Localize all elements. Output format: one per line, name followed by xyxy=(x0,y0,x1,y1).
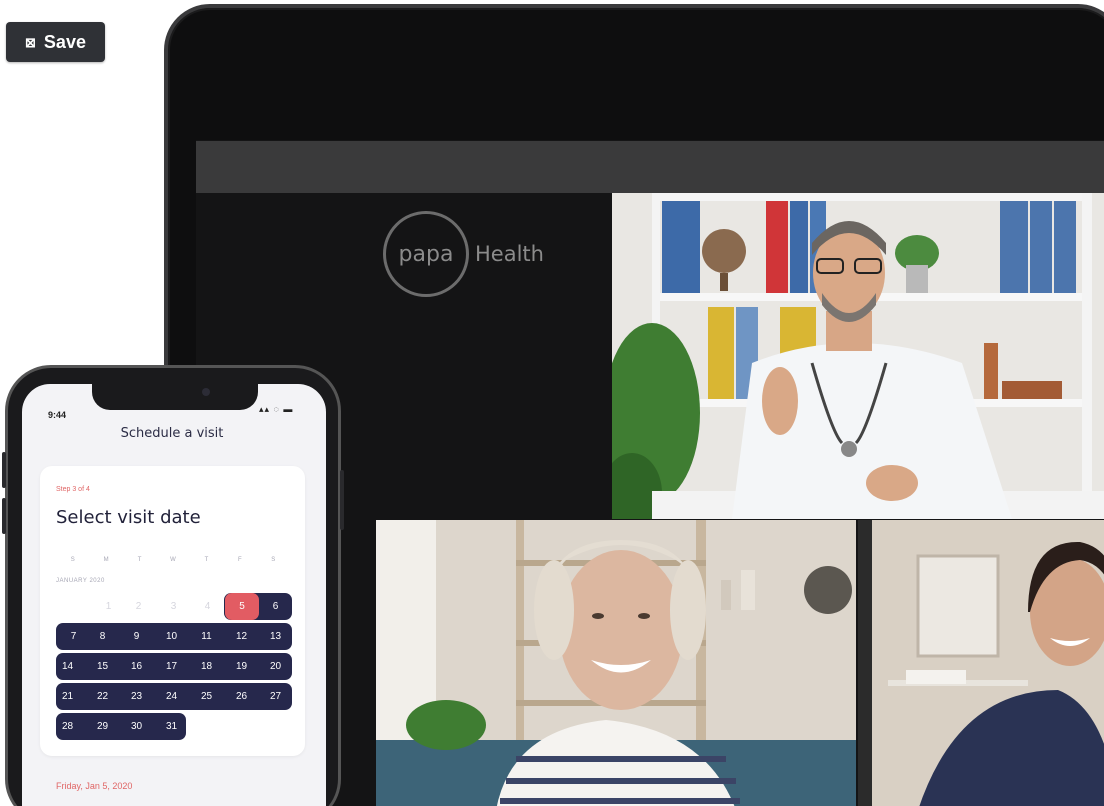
phone-volume-button xyxy=(2,452,6,488)
card-title: Select visit date xyxy=(56,507,201,528)
status-time: 9:44 xyxy=(48,410,67,420)
save-button[interactable]: ⊠ Save xyxy=(6,22,105,62)
video-tile-older-woman xyxy=(376,520,856,806)
calendar-day[interactable]: 18 xyxy=(189,653,224,680)
calendar-day[interactable]: 12 xyxy=(224,623,259,650)
calendar-day[interactable]: 6 xyxy=(258,593,293,620)
save-label: Save xyxy=(43,31,86,52)
calendar-day-disabled: 4 xyxy=(204,601,211,612)
calendar-day-disabled: 3 xyxy=(170,601,177,612)
calendar-day[interactable]: 22 xyxy=(85,683,120,710)
calendar-day[interactable]: 26 xyxy=(224,683,259,710)
month-label: JANUARY 2020 xyxy=(56,578,105,584)
calendar-day[interactable]: 13 xyxy=(258,623,293,650)
calendar-day[interactable]: 21 xyxy=(50,683,85,710)
calendar-day[interactable]: 11 xyxy=(189,623,224,650)
calendar-day[interactable]: 15 xyxy=(85,653,120,680)
calendar-day[interactable]: 10 xyxy=(154,623,189,650)
calendar-day[interactable]: 23 xyxy=(119,683,154,710)
phone-power-button xyxy=(340,470,344,530)
calendar-day-selected[interactable]: 5 xyxy=(225,593,259,620)
calendar-day[interactable]: 20 xyxy=(258,653,293,680)
status-icons: ▴▴ ◌ ▬ xyxy=(259,404,294,414)
weekday-label: T xyxy=(137,557,142,563)
calendar-day[interactable]: 17 xyxy=(154,653,189,680)
selected-date-label: Friday, Jan 5, 2020 xyxy=(56,781,133,791)
weekday-label: S xyxy=(271,557,276,563)
calendar-day[interactable]: 28 xyxy=(50,713,85,740)
phone-notch xyxy=(92,380,258,410)
weekday-label: S xyxy=(70,557,75,563)
calendar-day-disabled: 2 xyxy=(135,601,142,612)
calendar-day[interactable]: 25 xyxy=(189,683,224,710)
calendar-day[interactable]: 27 xyxy=(258,683,293,710)
logo-ring: papa xyxy=(383,211,469,297)
video-tile-doctor xyxy=(612,193,1104,519)
calendar-day[interactable]: 16 xyxy=(119,653,154,680)
calendar-day[interactable]: 30 xyxy=(119,713,154,740)
calendar-day[interactable]: 31 xyxy=(154,713,189,740)
calendar-day[interactable]: 9 xyxy=(119,623,154,650)
step-indicator: Step 3 of 4 xyxy=(56,486,90,493)
calendar-day[interactable]: 8 xyxy=(85,623,120,650)
weekday-label: W xyxy=(170,557,176,563)
phone-volume-button xyxy=(2,498,6,534)
tablet-top-bar xyxy=(196,141,1104,193)
page-title: Schedule a visit xyxy=(120,426,224,441)
weekday-label: F xyxy=(237,557,242,563)
calendar-day[interactable]: 14 xyxy=(50,653,85,680)
calendar-day[interactable]: 24 xyxy=(154,683,189,710)
weekday-label: T xyxy=(204,557,209,563)
weekday-label: M xyxy=(103,557,109,563)
logo-ring-text: papa xyxy=(398,241,454,267)
weekday-header: S M T W T F S xyxy=(56,557,290,563)
video-tile-young-woman xyxy=(858,520,1104,806)
logo-word: Health xyxy=(475,242,544,266)
calendar-day[interactable]: 29 xyxy=(85,713,120,740)
calendar-day[interactable]: 19 xyxy=(224,653,259,680)
save-icon: ⊠ xyxy=(25,34,36,50)
camera-dot xyxy=(202,388,210,396)
papa-health-logo: papa Health xyxy=(383,211,544,297)
